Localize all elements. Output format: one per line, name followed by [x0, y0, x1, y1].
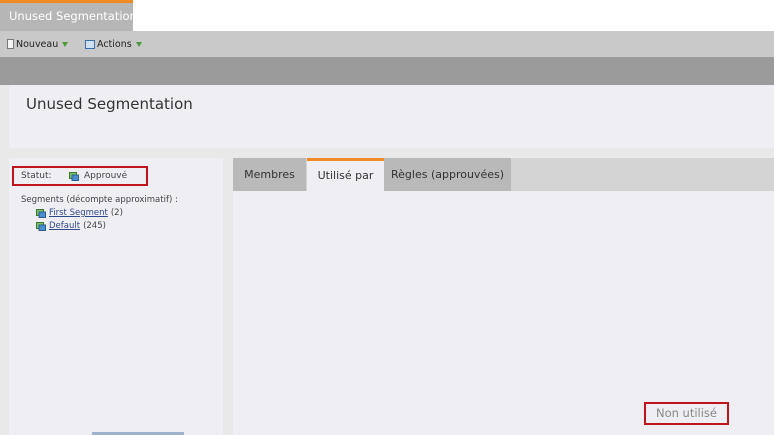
segments-label: Segments (décompte approximatif) : — [21, 195, 178, 205]
new-document-icon — [7, 39, 14, 49]
status-row: Statut: Approuvé — [12, 166, 148, 186]
segment-item: Default (245) — [36, 221, 106, 231]
segment-icon — [36, 208, 46, 218]
status-label: Statut: — [21, 171, 52, 181]
details-panel: Statut: Approuvé Segments (décompte appr… — [9, 158, 223, 435]
tab-rules-approved[interactable]: Règles (approuvées) — [384, 158, 511, 191]
toolbar: Nouveau Actions — [0, 31, 774, 57]
actions-menu-label: Actions — [97, 38, 132, 50]
page-title: Unused Segmentation — [26, 95, 193, 113]
segment-link[interactable]: Default — [49, 221, 80, 231]
new-menu-button[interactable]: Nouveau — [7, 31, 69, 57]
tab-content: Non utilisé — [233, 191, 774, 435]
tab-members[interactable]: Membres — [233, 158, 306, 191]
dropdown-triangle-icon — [62, 41, 69, 47]
actions-icon — [85, 39, 95, 49]
segment-count: (245) — [83, 221, 106, 231]
document-tab-strip: Unused Segmentation — [0, 0, 774, 31]
new-menu-label: Nouveau — [16, 38, 59, 50]
segment-icon — [36, 221, 46, 231]
segment-item: First Segment (2) — [36, 208, 123, 218]
usage-status-badge: Non utilisé — [644, 402, 729, 425]
dropdown-triangle-icon — [135, 41, 142, 47]
segment-link[interactable]: First Segment — [49, 208, 108, 218]
segment-count: (2) — [110, 208, 123, 218]
tab-bar: Membres Utilisé par Règles (approuvées) — [233, 158, 774, 191]
actions-menu-button[interactable]: Actions — [85, 31, 142, 57]
document-tab[interactable]: Unused Segmentation — [0, 0, 137, 31]
status-value: Approuvé — [84, 171, 128, 181]
tab-used-by[interactable]: Utilisé par — [307, 158, 384, 191]
approved-icon — [69, 172, 79, 181]
title-area: Unused Segmentation — [9, 85, 774, 148]
header-band — [0, 57, 774, 85]
